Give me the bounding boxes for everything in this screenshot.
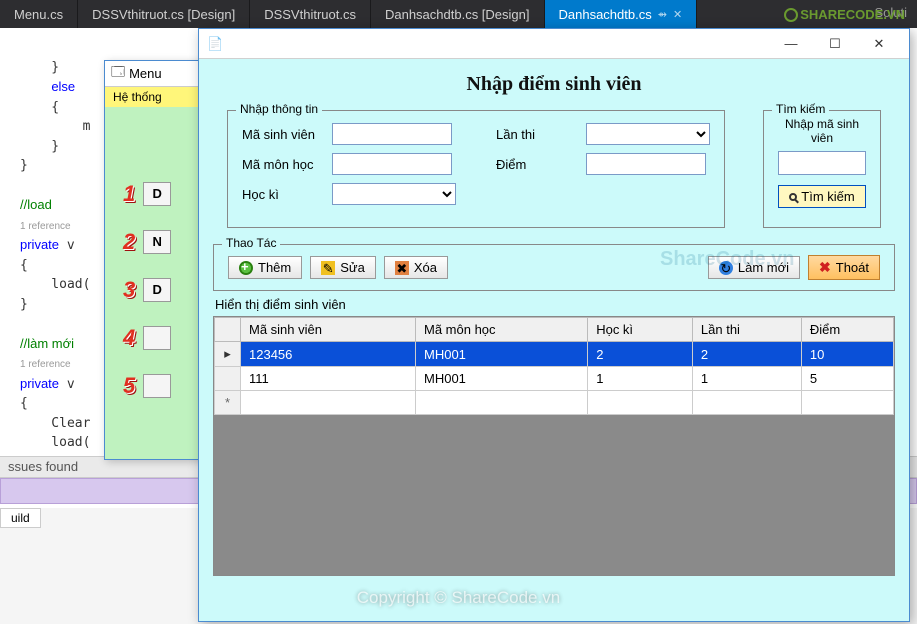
actions-groupbox: Thao Tác Thêm ✎Sửa ✖Xóa ↻Làm mới ✖Thoát [213,244,895,291]
col-lanthi[interactable]: Lần thi [692,318,801,342]
row-indicator [215,367,241,391]
menu-num-4: 4 [123,325,135,351]
search-label: Nhập mã sinh viên [778,117,866,145]
search-icon [789,193,797,201]
info-legend: Nhập thông tin [236,102,322,116]
mamh-label: Mã môn học [242,157,332,172]
menu-btn-3[interactable]: D [143,278,171,302]
refresh-button[interactable]: ↻Làm mới [708,256,800,279]
cell[interactable] [588,391,693,415]
masv-input[interactable] [332,123,452,145]
table-new-row[interactable]: * [215,391,894,415]
menu-num-3: 3 [123,277,135,303]
diem-input[interactable] [586,153,706,175]
vs-tab[interactable]: DSSVthitruot.cs [Design] [78,0,250,28]
vs-tab[interactable]: Menu.cs [0,0,78,28]
cell[interactable] [241,391,416,415]
delete-button[interactable]: ✖Xóa [384,256,448,279]
add-button[interactable]: Thêm [228,256,302,279]
add-icon [239,261,253,275]
hocki-label: Học kì [242,187,332,202]
menu-titlebar[interactable]: 🗔 Menu [105,61,213,87]
cell[interactable]: 111 [241,367,416,391]
table-row[interactable]: ▸ 123456 MH001 2 2 10 [215,342,894,367]
actions-legend: Thao Tác [222,236,280,250]
col-hocki[interactable]: Học kì [588,318,693,342]
search-input[interactable] [778,151,866,175]
menu-btn-5[interactable] [143,374,171,398]
vs-tab-active[interactable]: Danhsachdtb.cs⇴✕ [545,0,698,28]
new-row-indicator: * [215,391,241,415]
pin-icon[interactable]: ⇴ [658,8,667,21]
vs-tab[interactable]: DSSVthitruot.cs [250,0,371,28]
menu-num-5: 5 [123,373,135,399]
score-grid[interactable]: Mã sinh viên Mã môn học Học kì Lần thi Đ… [214,317,894,415]
search-button[interactable]: Tìm kiếm [778,185,865,208]
lanthi-select[interactable] [586,123,710,145]
cell[interactable] [801,391,893,415]
build-tab[interactable]: uild [0,508,41,528]
hocki-select[interactable] [332,183,456,205]
cell[interactable]: 10 [801,342,893,367]
grid-container: Mã sinh viên Mã môn học Học kì Lần thi Đ… [213,316,895,576]
menu-btn-1[interactable]: D [143,182,171,206]
edit-button[interactable]: ✎Sửa [310,256,376,279]
close-button[interactable]: ✕ [857,30,901,58]
vs-tab-bar: Menu.cs DSSVthitruot.cs [Design] DSSVthi… [0,0,917,28]
cell[interactable] [416,391,588,415]
cell[interactable]: 123456 [241,342,416,367]
lanthi-label: Lần thi [496,127,586,142]
info-groupbox: Nhập thông tin Mã sinh viên Mã môn học H… [227,110,725,228]
exit-icon: ✖ [819,259,831,276]
cell[interactable]: 1 [588,367,693,391]
search-legend: Tìm kiếm [772,102,829,116]
masv-label: Mã sinh viên [242,127,332,142]
cell[interactable]: MH001 [416,367,588,391]
sharecode-logo: SHARECODE.VN [784,6,905,23]
menu-btn-4[interactable] [143,326,171,350]
menu-title: Menu [129,66,162,81]
vs-tab[interactable]: Danhsachdtb.cs [Design] [371,0,545,28]
close-icon[interactable]: ✕ [673,8,682,21]
edit-icon: ✎ [321,261,335,275]
student-score-dialog: 📄 — ☐ ✕ Nhập điểm sinh viên Nhập thông t… [198,28,910,622]
grid-corner [215,318,241,342]
dialog-icon: 📄 [207,36,223,52]
refresh-icon: ↻ [719,261,733,275]
grid-section: Hiển thị điểm sinh viên Mã sinh viên Mã … [213,297,895,576]
cell[interactable] [692,391,801,415]
delete-icon: ✖ [395,261,409,275]
cell[interactable]: MH001 [416,342,588,367]
cell[interactable]: 2 [692,342,801,367]
mamh-input[interactable] [332,153,452,175]
col-masv[interactable]: Mã sinh viên [241,318,416,342]
exit-button[interactable]: ✖Thoát [808,255,880,280]
dialog-titlebar[interactable]: 📄 — ☐ ✕ [199,29,909,59]
dialog-heading: Nhập điểm sinh viên [199,59,909,104]
cell[interactable]: 1 [692,367,801,391]
diem-label: Điểm [496,157,586,172]
menu-num-1: 1 [123,181,135,207]
search-groupbox: Tìm kiếm Nhập mã sinh viên Tìm kiếm [763,110,881,228]
grid-label: Hiển thị điểm sinh viên [215,297,895,312]
cell[interactable]: 5 [801,367,893,391]
table-row[interactable]: 111 MH001 1 1 5 [215,367,894,391]
col-diem[interactable]: Điểm [801,318,893,342]
row-indicator: ▸ [215,342,241,367]
cell[interactable]: 2 [588,342,693,367]
menu-btn-2[interactable]: N [143,230,171,254]
menu-menubar[interactable]: Hệ thống [105,87,213,107]
menu-num-2: 2 [123,229,135,255]
app-icon: 🗔 [111,63,125,85]
minimize-button[interactable]: — [769,30,813,58]
maximize-button[interactable]: ☐ [813,30,857,58]
col-mamh[interactable]: Mã môn học [416,318,588,342]
